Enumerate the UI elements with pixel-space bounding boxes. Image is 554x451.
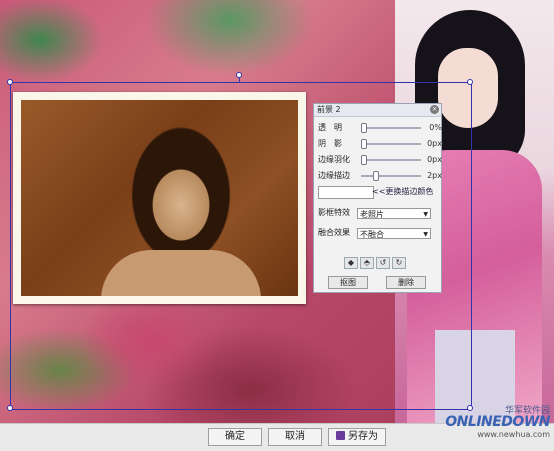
stroke-color-swatch[interactable] (318, 186, 374, 199)
chevron-down-icon: ▼ (423, 231, 428, 238)
save-as-label: 另存为 (348, 431, 378, 442)
stroke-value: 2px (427, 171, 442, 180)
watermark-logo: ONLINEDOWN (445, 414, 550, 430)
foreground-photo-frame[interactable] (13, 92, 306, 304)
blend-label: 融合效果 (318, 228, 350, 237)
send-backward-button[interactable]: ⬘ (360, 257, 374, 269)
blend-select-value: 不融合 (360, 230, 384, 239)
resize-handle-bottom-left[interactable] (7, 405, 13, 411)
resize-handle-top-right[interactable] (467, 79, 473, 85)
close-icon[interactable]: × (430, 105, 439, 114)
cutout-button[interactable]: 抠图 (328, 276, 368, 289)
rotate-right-button[interactable]: ↻ (392, 257, 406, 269)
panel-title-bar: 前景 2 × (314, 104, 441, 117)
save-icon (336, 431, 345, 440)
feather-label: 边缘羽化 (318, 155, 350, 164)
bring-forward-icon: ◆ (347, 258, 355, 267)
shadow-value: 0px (427, 139, 442, 148)
blend-select[interactable]: 不融合 ▼ (357, 228, 431, 239)
change-stroke-color-link[interactable]: <<更换描边颜色 (372, 186, 433, 197)
send-backward-icon: ⬘ (363, 258, 371, 267)
feather-slider[interactable] (361, 155, 421, 165)
stroke-row: 边缘描边 2px (318, 170, 442, 182)
opacity-label: 透 明 (318, 123, 342, 132)
panel-title: 前景 2 (317, 105, 341, 114)
shadow-row: 阴 影 0px (318, 138, 442, 150)
rotation-handle[interactable] (236, 72, 242, 78)
opacity-slider[interactable] (361, 123, 421, 133)
stroke-label: 边缘描边 (318, 171, 350, 180)
opacity-slider-knob[interactable] (361, 123, 367, 133)
save-as-button[interactable]: 另存为 (328, 428, 386, 446)
opacity-row: 透 明 0% (318, 122, 442, 134)
rotate-right-icon: ↻ (395, 258, 403, 267)
effect-label: 影框特效 (318, 208, 350, 217)
effect-select-value: 老照片 (360, 210, 384, 219)
chevron-down-icon: ▼ (423, 211, 428, 218)
stroke-slider-knob[interactable] (373, 171, 379, 181)
watermark: 华军软件园 ONLINEDOWN www.newhua.com (445, 400, 552, 444)
rotate-left-icon: ↺ (379, 258, 387, 267)
shadow-slider[interactable] (361, 139, 421, 149)
foreground-photo (21, 100, 298, 296)
feather-row: 边缘羽化 0px (318, 154, 442, 166)
bring-forward-button[interactable]: ◆ (344, 257, 358, 269)
cancel-button[interactable]: 取消 (268, 428, 322, 446)
watermark-url: www.newhua.com (477, 430, 550, 439)
delete-button[interactable]: 删除 (386, 276, 426, 289)
layer-properties-panel: 前景 2 × 透 明 0% 阴 影 0px 边缘羽化 0px 边缘描边 2px … (313, 103, 442, 293)
rotate-left-button[interactable]: ↺ (376, 257, 390, 269)
shadow-slider-knob[interactable] (361, 139, 367, 149)
resize-handle-top-left[interactable] (7, 79, 13, 85)
effect-select[interactable]: 老照片 ▼ (357, 208, 431, 219)
confirm-button[interactable]: 确定 (208, 428, 262, 446)
shadow-label: 阴 影 (318, 139, 342, 148)
stroke-slider[interactable] (361, 171, 421, 181)
feather-slider-knob[interactable] (361, 155, 367, 165)
feather-value: 0px (427, 155, 442, 164)
opacity-value: 0% (429, 123, 442, 132)
photo-subject-robe (101, 250, 261, 296)
